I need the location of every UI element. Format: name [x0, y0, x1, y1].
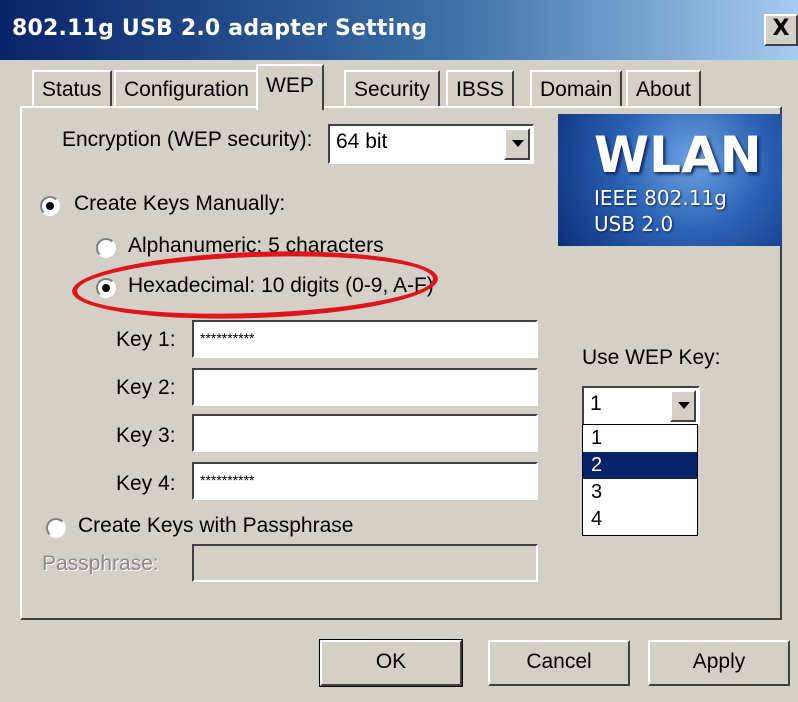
create-keys-passphrase-label: Create Keys with Passphrase: [78, 514, 354, 537]
tab-label: Security: [354, 78, 430, 101]
logo-line2: USB 2.0: [594, 212, 674, 236]
cancel-label: Cancel: [526, 650, 592, 673]
close-button[interactable]: X: [764, 14, 798, 46]
tab-label: Status: [42, 78, 102, 101]
tab-label: Configuration: [124, 78, 249, 101]
key1-value: **********: [200, 330, 255, 346]
wep-key-option-2[interactable]: 2: [583, 452, 697, 479]
window-title: 802.11g USB 2.0 adapter Setting: [12, 16, 428, 41]
alphanumeric-radio[interactable]: [96, 238, 116, 258]
tab-label: IBSS: [456, 78, 504, 101]
title-bar[interactable]: 802.11g USB 2.0 adapter Setting X: [0, 0, 798, 60]
tab-about[interactable]: About: [626, 70, 701, 108]
tab-label: Domain: [540, 78, 613, 101]
tab-ibss[interactable]: IBSS: [446, 70, 514, 108]
wep-key-option-3[interactable]: 3: [583, 479, 697, 506]
ok-button[interactable]: OK: [319, 639, 463, 687]
key1-label: Key 1:: [116, 328, 176, 351]
key4-value: **********: [200, 472, 255, 488]
tab-status[interactable]: Status: [32, 70, 112, 108]
key2-label: Key 2:: [116, 376, 176, 399]
passphrase-field: [192, 544, 538, 582]
key4-field[interactable]: **********: [192, 462, 538, 500]
tab-security[interactable]: Security: [344, 70, 440, 108]
key4-label: Key 4:: [116, 472, 176, 495]
logo-title: WLAN: [594, 126, 762, 184]
create-keys-manually-radio[interactable]: [40, 196, 60, 216]
wep-key-option-1[interactable]: 1: [583, 425, 697, 452]
key3-field[interactable]: [192, 414, 538, 452]
logo-line1: IEEE 802.11g: [594, 186, 727, 210]
tab-configuration[interactable]: Configuration: [114, 70, 259, 108]
apply-button[interactable]: Apply: [648, 640, 790, 686]
wep-key-dropdown-list[interactable]: 1 2 3 4: [582, 424, 698, 536]
create-keys-manually-label: Create Keys Manually:: [74, 192, 286, 215]
tab-label: WEP: [266, 74, 314, 97]
key3-label: Key 3:: [116, 424, 176, 447]
wep-key-value: 1: [590, 392, 602, 415]
tab-label: About: [636, 78, 691, 101]
tab-domain[interactable]: Domain: [530, 70, 623, 108]
encryption-value: 64 bit: [336, 130, 388, 153]
chevron-down-icon[interactable]: [670, 390, 696, 422]
wep-key-select[interactable]: 1: [582, 386, 700, 426]
ok-label: OK: [375, 650, 407, 673]
chevron-down-icon[interactable]: [504, 128, 530, 160]
wlan-logo: WLAN IEEE 802.11g USB 2.0: [558, 114, 782, 246]
encryption-label: Encryption (WEP security):: [62, 128, 313, 151]
passphrase-label: Passphrase:: [42, 552, 159, 575]
apply-label: Apply: [692, 650, 746, 673]
use-wep-key-label: Use WEP Key:: [582, 346, 721, 369]
tab-wep[interactable]: WEP: [256, 64, 324, 110]
wep-key-option-4[interactable]: 4: [583, 506, 697, 533]
dialog-window: 802.11g USB 2.0 adapter Setting X Status…: [0, 0, 798, 702]
close-icon: X: [772, 16, 790, 41]
key1-field[interactable]: **********: [192, 320, 538, 358]
cancel-button[interactable]: Cancel: [488, 640, 630, 686]
encryption-select[interactable]: 64 bit: [328, 124, 534, 164]
key2-field[interactable]: [192, 368, 538, 406]
create-keys-passphrase-radio[interactable]: [46, 518, 66, 538]
